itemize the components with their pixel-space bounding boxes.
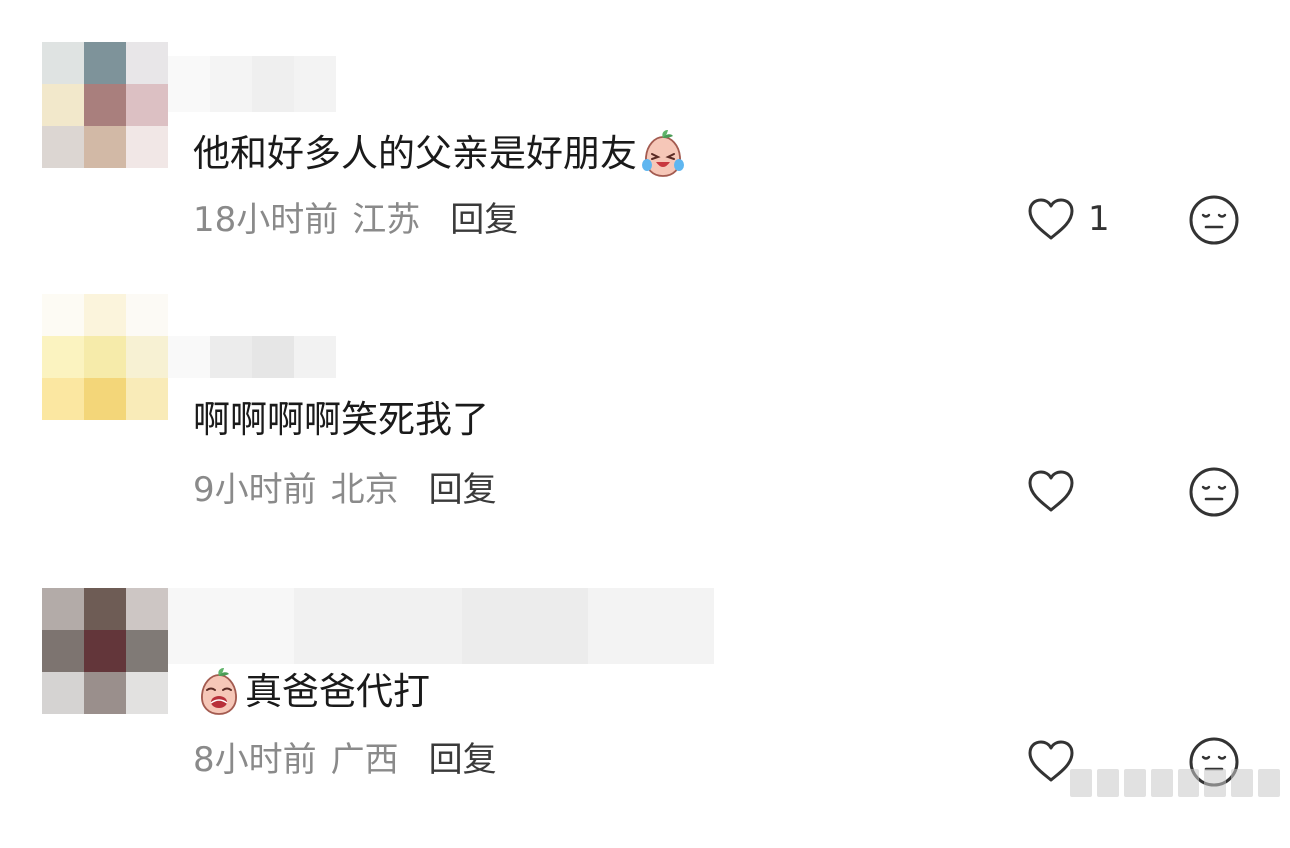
comment-text-content: 他和好多人的父亲是好朋友 [193,132,637,175]
like-button[interactable]: 1 [1024,194,1110,244]
username-blurred[interactable] [168,336,336,378]
heart-outline-icon [1028,198,1074,240]
react-button[interactable] [1188,194,1240,246]
comment-item: 啊啊啊啊笑死我了 9小时前 北京 回复 [0,294,1290,554]
heart-outline-icon [1028,470,1074,512]
comment-location: 广西 [330,740,399,780]
comment-time: 8小时前 [193,740,317,780]
comment-text-content: 啊啊啊啊笑死我了 [193,398,489,441]
comment-item: 真爸爸代打 8小时前 广西 回复 [0,588,1290,848]
comment-text: 真爸爸代打 [193,666,430,718]
reply-button[interactable]: 回复 [429,470,497,510]
watermark [1070,766,1280,800]
comment-item: 他和好多人的父亲是好朋友 18小时前 江苏 回复 1 [0,42,1290,302]
comment-text: 他和好多人的父亲是好朋友 [193,128,689,180]
comment-time: 9小时前 [193,470,317,510]
crying-peach-emoji [193,666,245,718]
avatar[interactable] [42,588,168,714]
username-blurred[interactable] [168,56,336,112]
react-button[interactable] [1188,466,1240,518]
comment-location: 北京 [330,470,399,510]
neutral-face-icon [1189,467,1239,517]
reply-button[interactable]: 回复 [429,740,497,780]
comment-location: 江苏 [352,200,421,240]
avatar[interactable] [42,294,168,420]
comment-meta: 18小时前 江苏 回复 [193,198,518,242]
avatar[interactable] [42,42,168,168]
comment-time: 18小时前 [193,200,339,240]
like-count: 1 [1088,199,1110,239]
crying-laughing-peach-emoji [637,128,689,180]
comment-meta: 9小时前 北京 回复 [193,468,497,512]
neutral-face-icon [1189,195,1239,245]
like-button[interactable] [1024,466,1078,516]
username-blurred[interactable] [168,588,714,664]
comment-text-content: 真爸爸代打 [245,670,430,713]
comment-text: 啊啊啊啊笑死我了 [193,396,489,444]
reply-button[interactable]: 回复 [450,200,518,240]
comment-meta: 8小时前 广西 回复 [193,738,497,782]
